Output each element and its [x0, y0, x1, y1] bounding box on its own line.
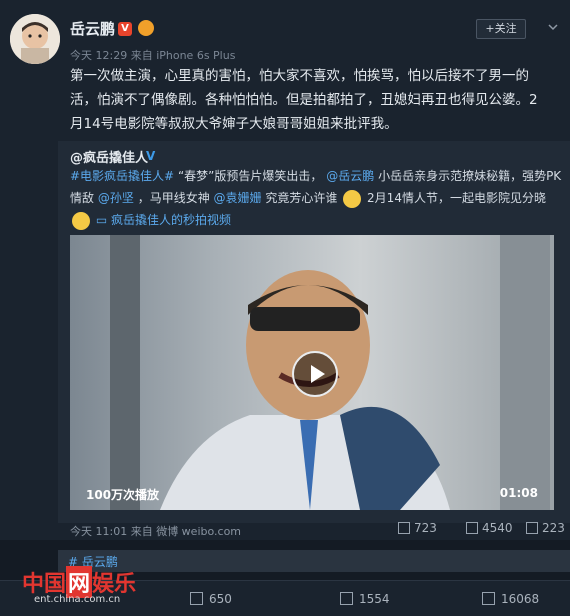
chevron-down-icon[interactable] [548, 22, 558, 32]
repost-comment-count[interactable]: 4540 [466, 521, 513, 535]
repost-text: #电影疯岳撬佳人# “春梦”版预告片爆笑出击， @岳云鹏 小岳岳亲身示范撩妹秘籍… [70, 165, 564, 231]
comment-count: 1554 [359, 592, 390, 606]
repost-icon [398, 522, 410, 534]
watermark-url: ent.china.com.cn [34, 594, 121, 605]
repost-text-part: ，马甲线女神 [137, 191, 210, 205]
watermark-logo: 中国网娱乐 ent.china.com.cn [22, 566, 142, 606]
mention-link[interactable]: @岳云鹏 [326, 169, 374, 183]
like-count: 16068 [501, 592, 540, 606]
repost-author[interactable]: @疯岳撬佳人 [70, 147, 148, 166]
vip-crown-icon [138, 20, 154, 36]
comment-count-value: 4540 [482, 521, 513, 535]
smile-emoji-icon [343, 189, 362, 208]
video-player[interactable]: 100万次播放 01:08 [70, 235, 554, 510]
like-icon [526, 522, 538, 534]
repost-count: 650 [209, 592, 232, 606]
weibo-post-card: 岳云鹏 V +关注 今天 12:29 来自 iPhone 6s Plus 第一次… [0, 0, 570, 540]
video-link-icon: ▭ [95, 213, 108, 227]
follow-button[interactable]: +关注 [476, 19, 526, 39]
post-meta: 今天 12:29 来自 iPhone 6s Plus [70, 49, 236, 62]
topic-tag-link[interactable]: #电影疯岳撬佳人# [70, 169, 174, 183]
repost-button[interactable]: 650 [190, 592, 232, 606]
like-button[interactable]: 16068 [482, 592, 539, 606]
video-link[interactable]: 疯岳撬佳人的秒拍视频 [111, 213, 231, 227]
play-button[interactable] [292, 351, 338, 397]
like-icon [482, 592, 495, 605]
avatar[interactable] [10, 14, 60, 64]
comment-icon [340, 592, 353, 605]
repost-meta: 今天 11:01 来自 微博 weibo.com [70, 525, 242, 538]
repost-count-value: 723 [414, 521, 437, 535]
mention-link[interactable]: @袁姗姗 [214, 191, 262, 205]
repost-text-part: 2月14情人节，一起电影院见分晓 [367, 191, 546, 205]
repost-text-part: 究竟芳心许谁 [265, 191, 338, 205]
repost-card: @疯岳撬佳人 V #电影疯岳撬佳人# “春梦”版预告片爆笑出击， @岳云鹏 小岳… [58, 141, 570, 538]
author-name[interactable]: 岳云鹏 [70, 18, 115, 39]
repost-icon [190, 592, 203, 605]
video-duration: 01:08 [499, 486, 538, 500]
like-count-value: 223 [542, 521, 565, 535]
blue-verified-icon: V [146, 149, 156, 163]
repost-text-part: “春梦”版预告片爆笑出击， [177, 169, 323, 183]
repost-like-count[interactable]: 223 [526, 521, 565, 535]
verified-icon: V [118, 22, 132, 36]
repost-repost-count[interactable]: 723 [398, 521, 437, 535]
comment-icon [466, 522, 478, 534]
mention-link[interactable]: @孙坚 [98, 191, 134, 205]
comment-button[interactable]: 1554 [340, 592, 390, 606]
avatar-image [10, 14, 60, 64]
video-view-count: 100万次播放 [86, 488, 160, 502]
smirk-emoji-icon [72, 211, 90, 230]
post-text: 第一次做主演，心里真的害怕，怕大家不喜欢，怕挨骂，怕以后接不了男一的活，怕演不了… [70, 68, 538, 132]
